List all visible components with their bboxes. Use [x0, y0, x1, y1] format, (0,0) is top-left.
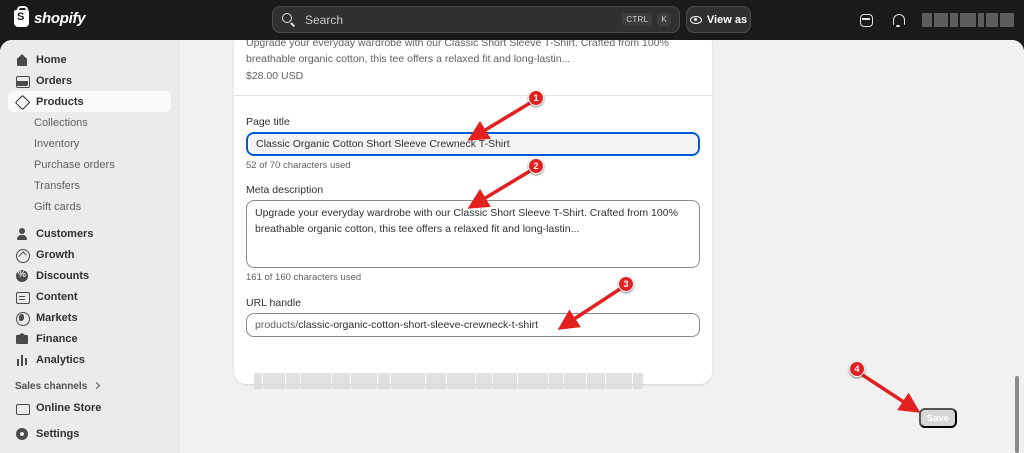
- shortcut-k: K: [657, 13, 671, 26]
- sidebar-item-label: Products: [36, 95, 84, 108]
- url-handle-label: URL handle: [246, 297, 302, 309]
- page-title-label: Page title: [246, 116, 290, 128]
- shopify-bag-icon: [14, 6, 29, 27]
- content-icon: [16, 291, 30, 304]
- main-content: Upgrade your everyday wardrobe with our …: [180, 40, 1024, 453]
- tag-icon: [16, 96, 28, 108]
- person-icon: [16, 227, 28, 240]
- annotation-badge-2: 2: [528, 158, 544, 174]
- bank-icon: [16, 332, 28, 345]
- sidebar-item-label: Finance: [36, 332, 78, 345]
- page-title-value: Classic Organic Cotton Short Sleeve Crew…: [256, 138, 510, 150]
- seo-preview-description: Upgrade your everyday wardrobe with our …: [246, 40, 669, 65]
- sidebar-item-label: Analytics: [36, 353, 85, 366]
- sidebar-item-settings[interactable]: Settings: [8, 423, 171, 444]
- bell-icon[interactable]: [890, 12, 906, 28]
- sidebar: Home Orders Products Collections Invento…: [0, 40, 180, 453]
- meta-description-textarea[interactable]: Upgrade your everyday wardrobe with our …: [246, 200, 700, 268]
- admin-frame: Home Orders Products Collections Invento…: [0, 40, 1024, 453]
- sidebar-item-analytics[interactable]: Analytics: [8, 349, 171, 370]
- page-title-input[interactable]: Classic Organic Cotton Short Sleeve Crew…: [246, 132, 700, 156]
- account-menu[interactable]: [922, 13, 1014, 27]
- sales-channels-label: Sales channels: [15, 381, 88, 392]
- page-title-char-count: 52 of 70 characters used: [246, 160, 351, 171]
- url-handle-prefix: products/: [255, 319, 299, 331]
- sidebar-item-label: Discounts: [36, 269, 90, 282]
- redirect-option-blurred: [254, 373, 643, 389]
- chevron-right-icon: [93, 381, 101, 390]
- sidebar-item-online-store[interactable]: Online Store: [8, 397, 171, 418]
- sidebar-item-customers[interactable]: Customers: [8, 223, 171, 244]
- home-icon: [16, 53, 28, 66]
- inbox-icon: [16, 75, 30, 88]
- sidebar-item-label: Customers: [36, 227, 94, 240]
- sidebar-item-label: Settings: [36, 427, 80, 440]
- sidebar-item-label: Home: [36, 53, 67, 66]
- shortcut-ctrl: CTRL: [622, 13, 653, 26]
- store-icon: [16, 402, 30, 415]
- url-handle-value: classic-organic-cotton-short-sleeve-crew…: [298, 319, 539, 331]
- sidebar-subitem-collections[interactable]: Collections: [34, 117, 88, 129]
- sidebar-item-growth[interactable]: Growth: [8, 244, 171, 265]
- meta-description-char-count: 161 of 160 characters used: [246, 272, 362, 283]
- globe-icon: [16, 311, 30, 326]
- sidebar-subitem-transfers[interactable]: Transfers: [34, 180, 80, 192]
- divider: [234, 95, 712, 96]
- logo-text: shopify: [34, 10, 86, 27]
- discount-icon: [16, 269, 28, 282]
- bar-chart-icon: [16, 354, 28, 366]
- sidebar-item-products[interactable]: Products: [8, 91, 171, 112]
- seo-preview-price: $28.00 USD: [246, 70, 304, 82]
- meta-description-value: Upgrade your everyday wardrobe with our …: [255, 207, 678, 235]
- search-placeholder: Search: [305, 12, 344, 27]
- sidebar-subitem-purchase-orders[interactable]: Purchase orders: [34, 159, 115, 171]
- sidebar-item-discounts[interactable]: Discounts: [8, 265, 171, 286]
- sidebar-footer: Settings: [0, 420, 180, 453]
- view-as-button[interactable]: View as: [686, 6, 751, 33]
- sidebar-item-orders[interactable]: Orders: [8, 70, 171, 91]
- sidebar-item-label: Markets: [36, 311, 78, 324]
- view-as-label: View as: [706, 13, 748, 26]
- scrollbar[interactable]: [1015, 376, 1019, 453]
- sidebar-item-markets[interactable]: Markets: [8, 307, 171, 328]
- sidebar-item-label: Orders: [36, 74, 73, 87]
- sales-channels-heading[interactable]: Sales channels: [15, 381, 101, 392]
- sidebar-item-label: Online Store: [36, 401, 102, 414]
- top-bar: shopify Search CTRL K View as: [0, 0, 1024, 40]
- sidebar-item-content[interactable]: Content: [8, 286, 171, 307]
- search-icon: [281, 12, 297, 28]
- gear-icon: [16, 427, 28, 440]
- meta-description-label: Meta description: [246, 184, 324, 196]
- save-button[interactable]: Save: [919, 408, 957, 428]
- eye-icon: [689, 15, 702, 24]
- annotation-badge-1: 1: [528, 90, 544, 106]
- sidebar-item-label: Content: [36, 290, 78, 303]
- sidebar-subitem-gift-cards[interactable]: Gift cards: [34, 201, 81, 213]
- sidebar-item-finance[interactable]: Finance: [8, 328, 171, 349]
- sidekick-icon[interactable]: [858, 12, 874, 28]
- shopify-logo[interactable]: shopify: [14, 6, 86, 27]
- sidebar-item-label: Growth: [36, 248, 75, 261]
- annotation-badge-3: 3: [618, 276, 634, 292]
- annotation-badge-4: 4: [849, 361, 865, 377]
- sidebar-item-home[interactable]: Home: [8, 49, 171, 70]
- seo-card: Upgrade your everyday wardrobe with our …: [234, 40, 712, 389]
- growth-icon: [16, 248, 30, 263]
- sidebar-subitem-inventory[interactable]: Inventory: [34, 138, 79, 150]
- url-handle-input[interactable]: products/classic-organic-cotton-short-sl…: [246, 313, 700, 337]
- search-bar[interactable]: Search CTRL K: [272, 6, 680, 33]
